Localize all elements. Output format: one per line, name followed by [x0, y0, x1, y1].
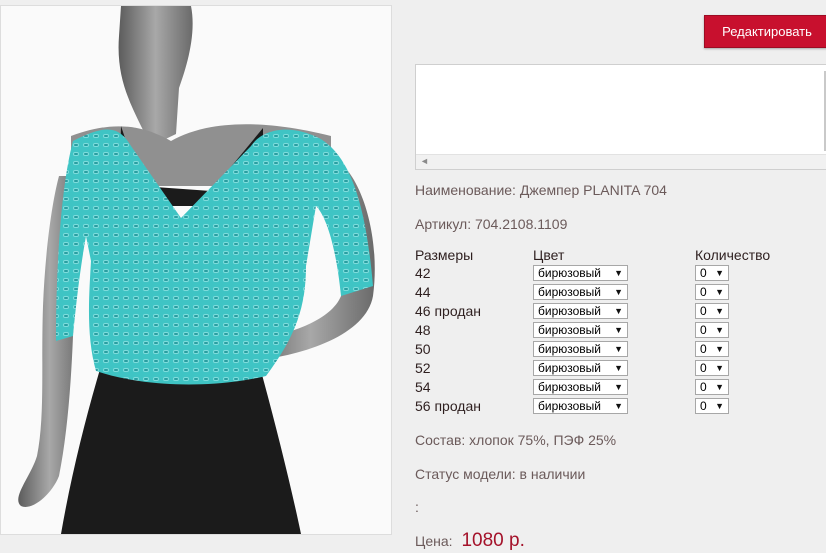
table-row: 52 бирюзовый ▼ 0 ▼ — [415, 359, 815, 378]
price-label: Цена: — [415, 533, 453, 549]
quantity-select-value: 0 — [700, 304, 707, 318]
extra-line: : — [415, 499, 419, 515]
size-label: 42 — [415, 265, 431, 281]
quantity-select[interactable]: 0 ▼ — [695, 360, 729, 376]
sizes-header-row: Размеры Цвет Количество — [415, 247, 815, 264]
chevron-down-icon: ▼ — [715, 325, 724, 335]
chevron-down-icon: ▼ — [614, 363, 623, 373]
chevron-down-icon: ▼ — [614, 401, 623, 411]
table-row: 42 бирюзовый ▼ 0 ▼ — [415, 264, 815, 283]
chevron-down-icon: ▼ — [715, 363, 724, 373]
quantity-select-value: 0 — [700, 323, 707, 337]
product-composition: Состав: хлопок 75%, ПЭФ 25% — [415, 432, 616, 448]
scroll-left-icon[interactable]: ◄ — [420, 156, 429, 166]
product-photo[interactable] — [0, 5, 392, 535]
quantity-select-value: 0 — [700, 285, 707, 299]
color-select[interactable]: бирюзовый ▼ — [533, 341, 628, 357]
sizes-header: Размеры — [415, 247, 474, 263]
quantity-select[interactable]: 0 ▼ — [695, 303, 729, 319]
chevron-down-icon: ▼ — [614, 268, 623, 278]
chevron-down-icon: ▼ — [715, 344, 724, 354]
size-label: 44 — [415, 284, 431, 300]
description-text — [416, 65, 826, 77]
color-header: Цвет — [533, 247, 565, 263]
color-select-value: бирюзовый — [538, 342, 601, 356]
composition-value: хлопок 75%, ПЭФ 25% — [469, 432, 617, 448]
status-label: Статус модели: — [415, 466, 516, 482]
quantity-select[interactable]: 0 ▼ — [695, 322, 729, 338]
article-value: 704.2108.1109 — [474, 216, 568, 232]
size-label: 52 — [415, 360, 431, 376]
color-select-value: бирюзовый — [538, 380, 601, 394]
product-article: Артикул: 704.2108.1109 — [415, 216, 567, 232]
product-name: Наименование: Джемпер PLANITA 704 — [415, 182, 667, 198]
chevron-down-icon: ▼ — [614, 382, 623, 392]
quantity-select-value: 0 — [700, 342, 707, 356]
color-select[interactable]: бирюзовый ▼ — [533, 379, 628, 395]
color-select-value: бирюзовый — [538, 304, 601, 318]
color-select[interactable]: бирюзовый ▼ — [533, 360, 628, 376]
quantity-select[interactable]: 0 ▼ — [695, 379, 729, 395]
table-row: 54 бирюзовый ▼ 0 ▼ — [415, 378, 815, 397]
product-status: Статус модели: в наличии — [415, 466, 585, 482]
quantity-select[interactable]: 0 ▼ — [695, 341, 729, 357]
horizontal-scrollbar[interactable]: ◄ — [416, 154, 826, 169]
product-name-value: Джемпер PLANITA 704 — [519, 182, 667, 198]
chevron-down-icon: ▼ — [614, 287, 623, 297]
quantity-select[interactable]: 0 ▼ — [695, 284, 729, 300]
chevron-down-icon: ▼ — [715, 287, 724, 297]
table-row: 50 бирюзовый ▼ 0 ▼ — [415, 340, 815, 359]
product-image — [18, 6, 375, 534]
price-value: 1080 р. — [461, 530, 525, 551]
quantity-select[interactable]: 0 ▼ — [695, 398, 729, 414]
composition-label: Состав: — [415, 432, 466, 448]
chevron-down-icon: ▼ — [715, 401, 724, 411]
sizes-table: Размеры Цвет Количество 42 бирюзовый ▼ 0 ▼… — [415, 247, 815, 416]
size-label: 50 — [415, 341, 431, 357]
color-select[interactable]: бирюзовый ▼ — [533, 398, 628, 414]
table-row: 46 продан бирюзовый ▼ 0 ▼ — [415, 302, 815, 321]
quantity-select-value: 0 — [700, 399, 707, 413]
color-select-value: бирюзовый — [538, 361, 601, 375]
color-select-value: бирюзовый — [538, 399, 601, 413]
color-select[interactable]: бирюзовый ▼ — [533, 265, 628, 281]
status-value: в наличии — [519, 466, 586, 482]
quantity-select-value: 0 — [700, 361, 707, 375]
chevron-down-icon: ▼ — [715, 306, 724, 316]
chevron-down-icon: ▼ — [715, 382, 724, 392]
size-label: 56 продан — [415, 398, 481, 414]
product-name-label: Наименование: — [415, 182, 516, 198]
description-box[interactable]: ◄ — [415, 64, 826, 170]
color-select-value: бирюзовый — [538, 285, 601, 299]
color-select[interactable]: бирюзовый ▼ — [533, 284, 628, 300]
color-select-value: бирюзовый — [538, 266, 601, 280]
quantity-header: Количество — [695, 247, 771, 263]
quantity-select[interactable]: 0 ▼ — [695, 265, 729, 281]
edit-button[interactable]: Редактировать — [704, 15, 826, 48]
product-price: Цена: 1080 р. — [415, 530, 525, 552]
table-row: 56 продан бирюзовый ▼ 0 ▼ — [415, 397, 815, 416]
quantity-select-value: 0 — [700, 380, 707, 394]
color-select[interactable]: бирюзовый ▼ — [533, 322, 628, 338]
size-label: 54 — [415, 379, 431, 395]
color-select[interactable]: бирюзовый ▼ — [533, 303, 628, 319]
size-label: 46 продан — [415, 303, 481, 319]
chevron-down-icon: ▼ — [715, 268, 724, 278]
table-row: 48 бирюзовый ▼ 0 ▼ — [415, 321, 815, 340]
size-label: 48 — [415, 322, 431, 338]
quantity-select-value: 0 — [700, 266, 707, 280]
chevron-down-icon: ▼ — [614, 306, 623, 316]
table-row: 44 бирюзовый ▼ 0 ▼ — [415, 283, 815, 302]
color-select-value: бирюзовый — [538, 323, 601, 337]
article-label: Артикул: — [415, 216, 472, 232]
chevron-down-icon: ▼ — [614, 325, 623, 335]
chevron-down-icon: ▼ — [614, 344, 623, 354]
